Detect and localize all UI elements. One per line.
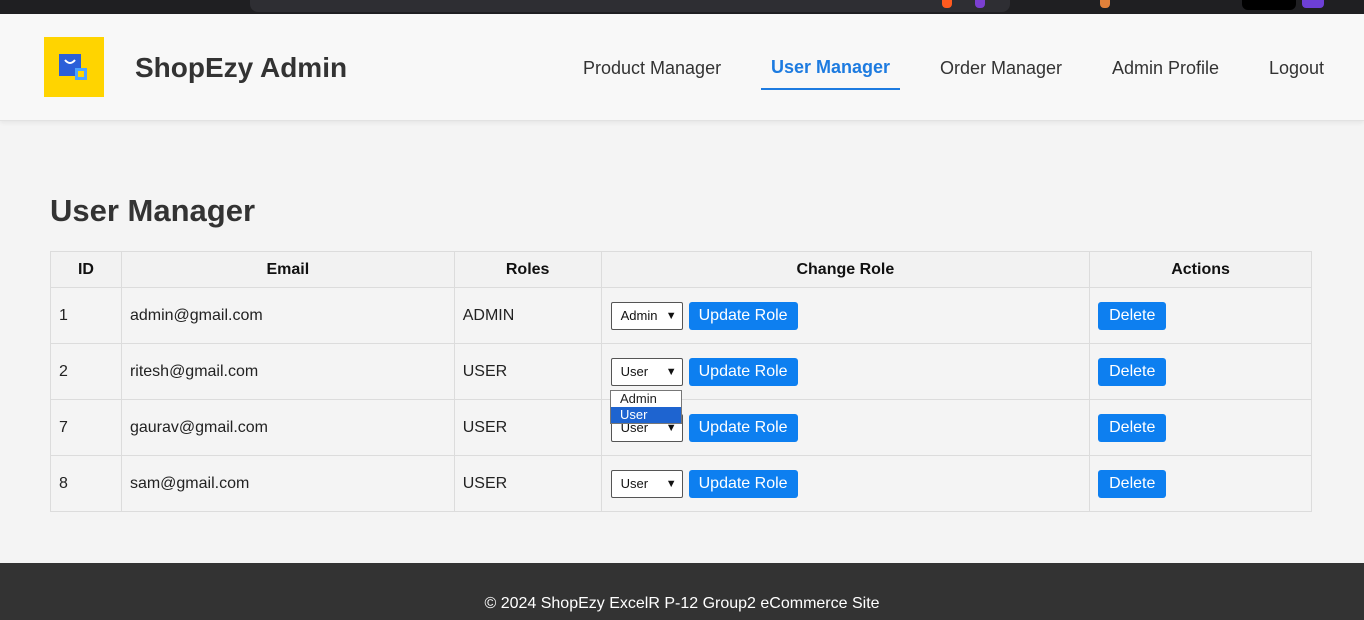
cell-id: 8 — [50, 455, 122, 512]
nav-user-manager[interactable]: User Manager — [771, 57, 890, 78]
role-dropdown-list: Admin User — [610, 390, 682, 424]
nav-logout[interactable]: Logout — [1269, 58, 1324, 79]
cell-id: 1 — [50, 287, 122, 344]
cell-id: 7 — [50, 399, 122, 456]
delete-button[interactable]: Delete — [1098, 469, 1167, 498]
delete-button[interactable]: Delete — [1098, 357, 1167, 386]
update-role-button[interactable]: Update Role — [688, 413, 798, 442]
site-header: ShopEzy Admin Product Manager User Manag… — [0, 14, 1364, 121]
cell-change-role: Admin ▼ Update Role — [600, 287, 1091, 344]
cell-role: USER — [453, 343, 602, 400]
update-role-button[interactable]: Update Role — [688, 357, 798, 386]
role-select-value: Admin — [620, 307, 658, 323]
nav-product-manager[interactable]: Product Manager — [583, 58, 721, 79]
brand-title: ShopEzy Admin — [135, 52, 348, 83]
footer-text: © 2024 ShopEzy ExcelR P-12 Group2 eComme… — [484, 595, 880, 612]
extension-icon[interactable] — [1100, 0, 1110, 8]
role-select[interactable]: User ▼ — [610, 357, 683, 386]
profile-pill[interactable] — [1242, 0, 1296, 10]
cell-actions: Delete — [1089, 343, 1312, 400]
active-nav-indicator — [761, 88, 900, 90]
cell-role: USER — [453, 455, 602, 512]
chevron-down-icon: ▼ — [665, 365, 677, 378]
cell-email: gaurav@gmail.com — [120, 399, 455, 456]
delete-button[interactable]: Delete — [1098, 413, 1167, 442]
cell-id: 2 — [50, 343, 122, 400]
brave-icon[interactable] — [942, 0, 952, 8]
cell-role: ADMIN — [453, 287, 602, 344]
role-select-value: User — [620, 363, 649, 379]
cell-actions: Delete — [1089, 399, 1312, 456]
column-header-id: ID — [50, 251, 122, 288]
column-header-roles: Roles — [453, 251, 602, 288]
cell-actions: Delete — [1089, 455, 1312, 512]
delete-button[interactable]: Delete — [1098, 301, 1167, 330]
site-footer: © 2024 ShopEzy ExcelR P-12 Group2 eComme… — [0, 563, 1364, 620]
role-select[interactable]: User ▼ — [610, 469, 683, 498]
column-header-change-role: Change Role — [600, 251, 1091, 288]
shop-logo-icon[interactable] — [44, 37, 104, 97]
role-select[interactable]: Admin ▼ — [610, 301, 683, 330]
nav-admin-profile[interactable]: Admin Profile — [1112, 58, 1219, 79]
address-bar[interactable] — [250, 0, 1010, 12]
cell-email: admin@gmail.com — [120, 287, 455, 344]
cell-change-role: User ▼ Update Role — [600, 455, 1091, 512]
table-row: 1 admin@gmail.com ADMIN Admin ▼ Update Rol… — [50, 287, 1312, 344]
cell-email: ritesh@gmail.com — [120, 343, 455, 400]
nav-order-manager[interactable]: Order Manager — [940, 58, 1062, 79]
column-header-actions: Actions — [1089, 251, 1312, 288]
column-header-email: Email — [120, 251, 455, 288]
extension-icon[interactable] — [975, 0, 985, 8]
cell-email: sam@gmail.com — [120, 455, 455, 512]
chevron-down-icon: ▼ — [665, 309, 677, 322]
dropdown-option-admin[interactable]: Admin — [611, 391, 681, 407]
update-role-button[interactable]: Update Role — [688, 469, 798, 498]
browser-toolbar — [0, 0, 1364, 14]
cell-role: USER — [453, 399, 602, 456]
table-header-row: ID Email Roles Change Role Actions — [50, 251, 1312, 288]
cell-actions: Delete — [1089, 287, 1312, 344]
chevron-down-icon: ▼ — [665, 477, 677, 490]
users-table: ID Email Roles Change Role Actions 1 adm… — [50, 251, 1312, 512]
table-row: 8 sam@gmail.com USER User ▼ Update Role De… — [50, 455, 1312, 512]
role-select-value: User — [620, 475, 649, 491]
avatar[interactable] — [1302, 0, 1324, 8]
page-title: User Manager — [50, 193, 256, 228]
dropdown-option-user[interactable]: User — [611, 407, 681, 423]
update-role-button[interactable]: Update Role — [688, 301, 798, 330]
